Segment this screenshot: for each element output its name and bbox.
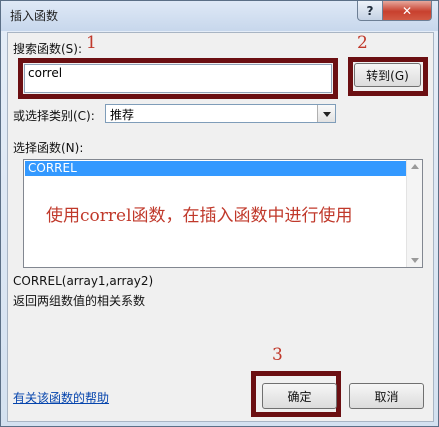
annotation-note: 使用correl函数，在插入函数中进行使用: [46, 206, 353, 226]
function-description: 返回两组数值的相关系数: [13, 294, 146, 308]
title-bar: 插入函数 ? ✕: [1, 1, 438, 31]
go-button[interactable]: 转到(G): [354, 63, 421, 87]
close-button[interactable]: ✕: [382, 1, 432, 21]
chevron-down-icon[interactable]: [317, 105, 335, 122]
annotation-step-2: 2: [357, 33, 368, 53]
list-scrollbar[interactable]: [406, 160, 422, 267]
help-button[interactable]: ?: [357, 1, 383, 21]
close-icon: ✕: [401, 3, 413, 18]
scroll-up-icon[interactable]: [411, 164, 419, 169]
annotation-step-3: 3: [272, 345, 283, 365]
category-label: 或选择类别(C):: [13, 109, 95, 123]
function-list-label: 选择函数(N):: [13, 141, 84, 155]
scroll-down-icon[interactable]: [411, 258, 419, 263]
search-label: 搜索函数(S):: [13, 42, 83, 56]
list-item[interactable]: CORREL: [25, 161, 409, 176]
function-help-link[interactable]: 有关该函数的帮助: [13, 389, 109, 406]
ok-button[interactable]: 确定: [262, 383, 337, 409]
dialog-title: 插入函数: [10, 9, 59, 23]
annotation-step-1: 1: [86, 33, 97, 53]
category-select[interactable]: 推荐: [105, 104, 336, 123]
function-signature: CORREL(array1,array2): [13, 274, 154, 288]
search-input[interactable]: correl: [24, 64, 332, 93]
category-selected-value: 推荐: [110, 108, 135, 122]
cancel-button[interactable]: 取消: [349, 383, 424, 409]
help-icon: ?: [366, 3, 374, 18]
